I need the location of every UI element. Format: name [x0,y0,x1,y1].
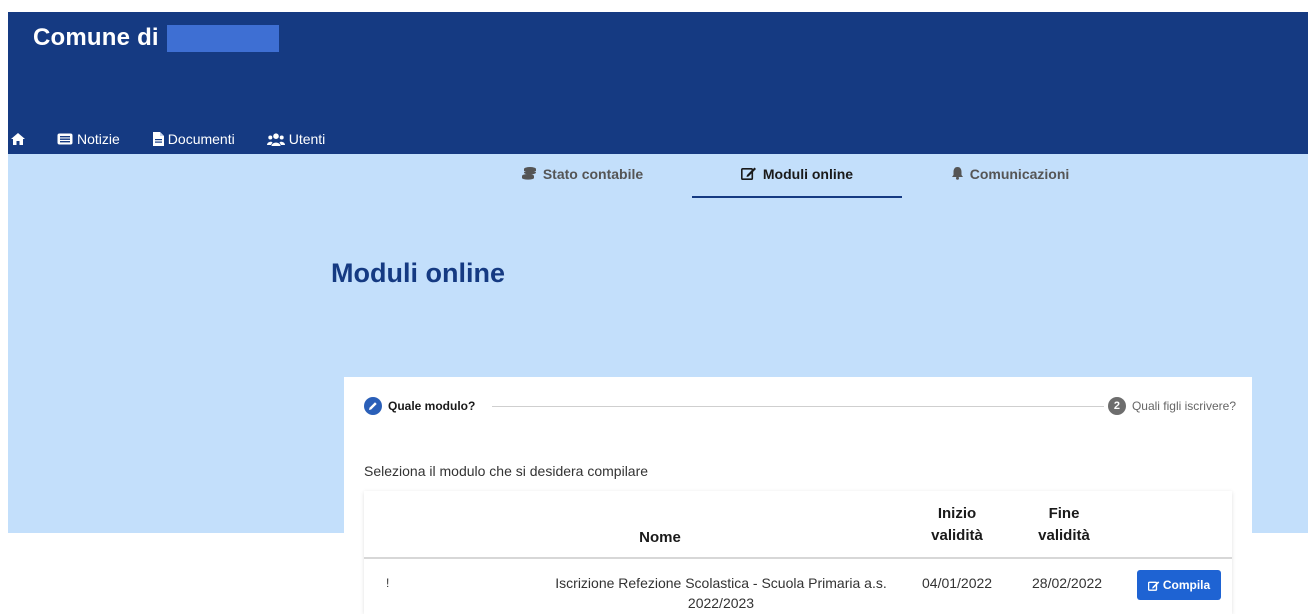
newspaper-icon [57,133,73,145]
table-header: Nome Inizio validità Fine validità [364,491,1232,559]
step-quale-modulo: Quale modulo? [364,397,475,415]
nav-item-notizie[interactable]: Notizie [57,131,120,147]
nav-item-utenti[interactable]: Utenti [266,131,326,147]
top-header: Comune di Notizie Documenti Utenti [8,12,1308,154]
tab-label: Comunicazioni [969,166,1070,182]
step-number-badge: 2 [1107,397,1126,415]
column-header-inizio-validita: Inizio validità [912,503,1002,547]
compila-button[interactable]: Compila [1137,570,1221,600]
brand-title: Comune di [33,24,159,51]
tab-moduli-online[interactable]: Moduli online [692,162,902,198]
form-card: Quale modulo? 2 Quali figli iscrivere? S… [344,377,1252,614]
modules-table: Nome Inizio validità Fine validità ! Isc… [364,491,1232,614]
home-icon [11,133,25,145]
cell-id: ! [386,576,390,590]
redacted-municipality-name [166,24,279,52]
document-icon [152,132,164,146]
header-line: validità [1038,527,1090,544]
nav-item-documenti[interactable]: Documenti [152,131,235,147]
tab-comunicazioni[interactable]: Comunicazioni [940,162,1080,198]
stepper: Quale modulo? 2 Quali figli iscrivere? [364,397,1236,415]
step-label: Quali figli iscrivere? [1131,399,1236,413]
compila-label: Compila [1162,578,1211,592]
nav-home[interactable] [10,131,28,147]
pencil-icon [364,397,382,415]
header-line: Fine [1048,505,1080,522]
bell-icon [951,167,963,180]
tab-stato-contabile[interactable]: Stato contabile [520,162,645,198]
edit-icon [740,167,756,180]
brand[interactable]: Comune di [33,24,279,52]
step-quali-figli: 2 Quali figli iscrivere? [1107,397,1236,415]
main-nav: Notizie Documenti Utenti [8,128,325,150]
nav-item-label: Utenti [288,131,326,147]
section-tabs: Stato contabile Moduli online Comunicazi… [0,162,1308,198]
nav-item-label: Notizie [77,131,120,147]
cell-fine-validita: 28/02/2022 [1032,575,1103,591]
column-header-fine-validita: Fine validità [1024,503,1104,547]
tab-label: Stato contabile [542,166,644,182]
cell-nome: Iscrizione Refezione Scolastica - Scuola… [555,575,887,611]
nav-item-label: Documenti [167,131,235,147]
table-row: ! Iscrizione Refezione Scolastica - Scuo… [364,561,1232,614]
cell-inizio-validita: 04/01/2022 [922,575,993,591]
instruction-text: Seleziona il modulo che si desidera comp… [364,463,649,479]
stepper-connector [492,406,1104,407]
app-root: Comune di Notizie Documenti Utenti Stato… [0,0,1308,614]
step-label: Quale modulo? [388,399,476,413]
header-line: Inizio [937,505,977,522]
page-title: Moduli online [331,258,505,288]
users-icon [266,132,285,146]
coins-icon [521,167,536,180]
header-line: validità [931,527,983,544]
tab-label: Moduli online [762,166,854,182]
edit-icon [1147,580,1160,591]
column-header-nome: Nome [639,529,681,546]
